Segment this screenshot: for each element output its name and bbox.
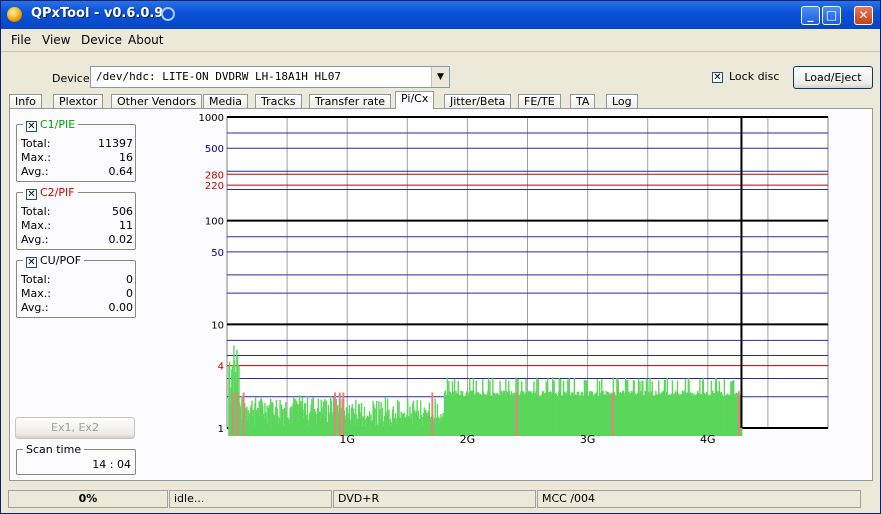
pif-bar [338,392,341,436]
pif-bar [333,392,336,436]
y-tick-label: 100 [205,217,224,228]
cu-avg-value: 0.00 [108,301,134,314]
pif-bar [342,392,345,436]
total-label: Total: [21,137,51,150]
scan-time-group: Scan time 14 : 04 [16,443,136,475]
x-tick-label: 4G [700,433,716,446]
app-window: QPxTool - v0.6.0.9 _ □ ✕ File View Devic… [0,0,881,514]
cu-pof-label: CU/POF [40,254,82,267]
c1-pie-checkbox[interactable]: ✕ [26,121,37,132]
status-bar: 0% idle... DVD+R MCC /004 [1,487,880,513]
menu-view[interactable]: View [42,33,70,47]
app-icon [7,7,22,22]
cu-pof-checkbox[interactable]: ✕ [26,257,37,268]
device-value: /dev/hdc: LITE-ON DVDRW LH-18A1H HL07 [96,70,342,83]
pif-bar [231,392,234,436]
c1-total-value: 11397 [98,137,133,150]
pif-bar [431,392,434,436]
scan-time-value: 14 : 04 [92,458,131,471]
title-bar[interactable]: QPxTool - v0.6.0.9 _ □ ✕ [1,1,880,29]
tab-info[interactable]: Info [9,94,42,109]
c1-max-value: 16 [119,151,133,164]
max-label: Max.: [21,219,51,232]
c1-pie-label: C1/PIE [40,118,76,131]
tab-plextor[interactable]: Plextor [53,94,104,109]
y-tick-label: 280 [205,170,224,181]
y-tick-label: 220 [205,181,224,192]
tab-transfer-rate[interactable]: Transfer rate [309,94,392,109]
lock-disc-checkbox[interactable]: ✕ [712,72,723,83]
progress-text: 0% [78,492,98,505]
tab-panel: ✕ C1/PIE Total: 11397 Max.: 16 Avg.: 0.64 ✕ C… [9,108,873,481]
pif-bar [515,392,518,436]
pif-bar [737,392,740,436]
y-tick-label: 50 [211,248,224,259]
ex1-ex2-button[interactable]: Ex1, Ex2 [15,417,135,439]
status-media: DVD+R [333,490,536,508]
x-tick-label: 3G [580,433,596,446]
device-label: Device: [52,72,94,85]
tab-log[interactable]: Log [606,94,638,109]
avg-label: Avg.: [21,165,49,178]
c2-pif-group: ✕ C2/PIF Total: 506 Max.: 11 Avg.: 0.02 [16,186,136,250]
cu-total-value: 0 [126,273,133,286]
x-tick-label: 2G [460,433,476,446]
device-select[interactable]: /dev/hdc: LITE-ON DVDRW LH-18A1H HL07 ▼ [90,66,450,88]
avg-label: Avg.: [21,301,49,314]
y-tick-label: 1 [218,424,224,435]
status-state: idle... [169,490,332,508]
tab-other-vendors[interactable]: Other Vendors [111,94,203,109]
y-tick-label: 1000 [199,113,224,124]
avg-label: Avg.: [21,233,49,246]
pif-bar [242,392,245,436]
menu-file[interactable]: File [11,33,31,47]
c1-avg-value: 0.64 [108,165,134,178]
y-tick-label: 4 [218,362,224,373]
logo-icon [161,7,175,21]
maximize-button[interactable]: □ [822,6,841,25]
max-label: Max.: [21,287,51,300]
cu-pof-group: ✕ CU/POF Total: 0 Max.: 0 Avg.: 0.00 [16,254,136,318]
total-label: Total: [21,205,51,218]
load-eject-button[interactable]: Load/Eject [793,66,873,89]
total-label: Total: [21,273,51,286]
y-tick-label: 500 [205,144,224,155]
c2-avg-value: 0.02 [108,233,134,246]
close-button[interactable]: ✕ [854,6,873,25]
lock-disc-label: Lock disc [729,70,780,83]
pi-cx-chart: 1000 500 280220 100 50 10 4 1 1G 2G 3G 4G [199,113,829,446]
c1-pie-group: ✕ C1/PIE Total: 11397 Max.: 16 Avg.: 0.64 [16,118,136,182]
c2-pif-label: C2/PIF [40,186,75,199]
c2-pif-checkbox[interactable]: ✕ [26,189,37,200]
menu-about[interactable]: About [128,33,163,47]
tab-media[interactable]: Media [203,94,249,109]
pif-bar [236,392,239,436]
menu-device[interactable]: Device [81,33,122,47]
tab-jitter-beta[interactable]: Jitter/Beta [444,94,512,109]
c2-max-value: 11 [119,219,133,232]
tab-ta[interactable]: TA [570,94,596,109]
scan-time-label: Scan time [23,443,85,456]
max-label: Max.: [21,151,51,164]
chevron-down-icon[interactable]: ▼ [431,67,449,87]
progress-bar: 0% [8,490,168,508]
status-mcc: MCC /004 [537,490,861,508]
tab-tracks[interactable]: Tracks [255,94,302,109]
pif-bar [611,392,614,436]
minimize-button[interactable]: _ [801,6,820,25]
y-tick-label: 10 [211,320,224,331]
c2-total-value: 506 [112,205,133,218]
tab-fe-te[interactable]: FE/TE [518,94,561,109]
menu-bar: File View Device About [1,29,880,52]
window-title: QPxTool - v0.6.0.9 [31,6,164,21]
tab-bar: Info Plextor Other Vendors Media Tracks … [9,91,873,109]
cu-max-value: 0 [126,287,133,300]
x-tick-label: 1G [339,433,355,446]
tab-pi-cx[interactable]: Pi/Cx [395,91,435,109]
